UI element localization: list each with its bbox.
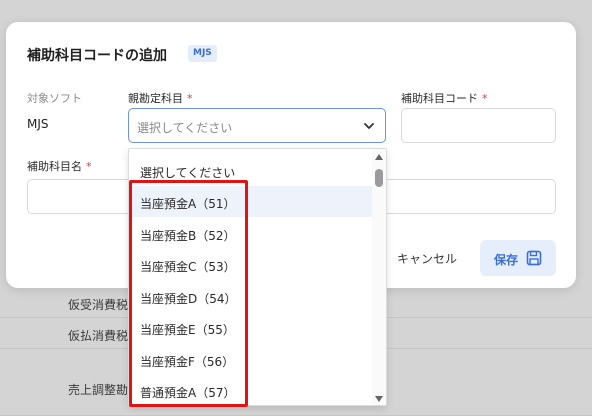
background-row-label: 仮払消費税 xyxy=(68,329,129,343)
dropdown-option[interactable]: 当座預金D（54） xyxy=(130,281,372,312)
required-mark: * xyxy=(86,160,92,173)
dropdown-option-label: 当座預金C（53） xyxy=(140,260,236,274)
dropdown-option[interactable]: 当座預金E（55） xyxy=(130,312,372,343)
dropdown-option[interactable]: 当座預金C（53） xyxy=(130,249,372,280)
scrollbar-thumb[interactable] xyxy=(375,169,383,187)
parent-account-dropdown: 選択してください 当座預金A（51） 当座預金B（52） 当座預金C（53） 当… xyxy=(128,148,387,406)
required-mark: * xyxy=(187,92,193,105)
sub-code-label-text: 補助科目コード xyxy=(401,92,478,105)
scroll-up-arrow-icon[interactable] xyxy=(375,154,383,160)
floppy-disk-icon xyxy=(526,250,542,266)
parent-account-select[interactable]: 選択してください xyxy=(128,108,386,143)
dropdown-option-label: 当座預金F（56） xyxy=(140,355,235,369)
background-row-label: 仮受消費税 xyxy=(68,298,129,312)
dropdown-option[interactable]: 普通預金A（57） xyxy=(130,375,372,405)
sub-name-label: 補助科目名 * xyxy=(27,158,92,174)
dropdown-option-label: 当座預金D（54） xyxy=(140,292,237,306)
dialog-title: 補助科目コードの追加 xyxy=(27,48,167,64)
scroll-down-arrow-icon[interactable] xyxy=(375,396,383,402)
parent-account-label: 親勘定科目 * xyxy=(128,90,193,106)
save-button[interactable]: 保存 xyxy=(480,240,556,276)
parent-account-label-text: 親勘定科目 xyxy=(128,92,183,105)
dropdown-option-label: 当座預金A（51） xyxy=(140,197,236,211)
dropdown-option[interactable]: 選択してください xyxy=(130,155,372,186)
dropdown-option-label: 当座預金E（55） xyxy=(140,323,235,337)
sub-code-label: 補助科目コード * xyxy=(401,90,488,106)
dropdown-option-label: 当座預金B（52） xyxy=(140,229,236,243)
dropdown-scrollbar[interactable] xyxy=(372,149,386,405)
dropdown-option-label: 選択してください xyxy=(140,166,236,180)
dropdown-option[interactable]: 当座預金A（51） xyxy=(130,186,372,217)
required-mark: * xyxy=(482,92,488,105)
sub-name-label-text: 補助科目名 xyxy=(27,160,82,173)
save-button-label: 保存 xyxy=(494,253,519,267)
dropdown-option[interactable]: 当座預金B（52） xyxy=(130,218,372,249)
dropdown-option[interactable]: 当座預金F（56） xyxy=(130,344,372,375)
cancel-button[interactable]: キャンセル xyxy=(392,249,462,269)
background-row-label: 売上調整勘 xyxy=(68,383,129,397)
dropdown-option-label: 普通預金A（57） xyxy=(140,386,236,400)
chevron-down-icon xyxy=(364,123,374,129)
target-software-value: MJS xyxy=(27,117,49,131)
software-badge: MJS xyxy=(188,45,217,62)
sub-code-input[interactable] xyxy=(401,108,556,143)
parent-account-placeholder: 選択してください xyxy=(137,121,233,135)
target-software-label: 対象ソフト xyxy=(27,92,82,105)
